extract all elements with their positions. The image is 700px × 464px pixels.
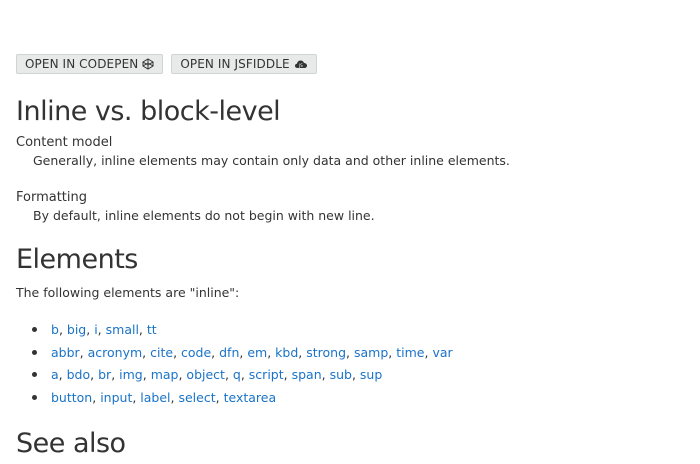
element-link-time[interactable]: time xyxy=(396,345,424,360)
element-link-label[interactable]: label xyxy=(140,390,170,405)
element-link-button[interactable]: button xyxy=(51,390,92,405)
separator: , xyxy=(267,344,276,360)
separator: , xyxy=(224,367,233,382)
element-link-tt[interactable]: tt xyxy=(147,322,157,337)
element-link-b[interactable]: b xyxy=(51,322,59,337)
editor-buttons: OPEN IN CODEPEN OPEN IN JSFIDDLE JS xyxy=(16,54,317,74)
codepen-button-label: OPEN IN CODEPEN xyxy=(25,57,139,71)
separator: , xyxy=(86,322,95,337)
separator: , xyxy=(283,367,292,382)
element-link-q[interactable]: q xyxy=(233,367,241,382)
heading-elements: Elements xyxy=(16,244,138,275)
element-link-span[interactable]: span xyxy=(292,367,322,382)
element-link-strong[interactable]: strong xyxy=(306,345,346,360)
element-link-img[interactable]: img xyxy=(119,367,143,382)
codepen-icon xyxy=(142,58,154,70)
list-item: a, bdo, br, img, map, object, q, script,… xyxy=(30,365,453,388)
separator: , xyxy=(92,389,101,405)
element-link-code[interactable]: code xyxy=(181,345,211,360)
definition-content-model: Generally, inline elements may contain o… xyxy=(33,153,510,168)
separator: , xyxy=(240,367,249,382)
element-link-abbr[interactable]: abbr xyxy=(51,345,80,360)
element-link-textarea[interactable]: textarea xyxy=(224,390,277,405)
separator: , xyxy=(211,344,220,360)
element-link-object[interactable]: object xyxy=(186,367,225,382)
element-link-a[interactable]: a xyxy=(51,367,59,382)
element-link-em[interactable]: em xyxy=(247,345,267,360)
separator: , xyxy=(138,322,147,337)
separator: , xyxy=(79,344,88,360)
element-link-sub[interactable]: sub xyxy=(330,367,352,382)
inline-elements-list: b, big, i, small, tt abbr, acronym, cite,… xyxy=(30,320,453,410)
jsfiddle-cloud-icon: JS xyxy=(294,58,308,70)
element-link-bdo[interactable]: bdo xyxy=(67,367,91,382)
separator: , xyxy=(90,367,99,382)
separator: , xyxy=(173,344,182,360)
open-in-codepen-button[interactable]: OPEN IN CODEPEN xyxy=(16,54,164,74)
element-link-var[interactable]: var xyxy=(432,345,452,360)
element-link-samp[interactable]: samp xyxy=(354,345,388,360)
element-link-acronym[interactable]: acronym xyxy=(88,345,143,360)
element-link-br[interactable]: br xyxy=(98,367,111,382)
element-link-sup[interactable]: sup xyxy=(360,367,382,382)
element-link-big[interactable]: big xyxy=(67,322,86,337)
separator: , xyxy=(97,322,106,337)
separator: , xyxy=(142,367,151,382)
jsfiddle-button-label: OPEN IN JSFIDDLE xyxy=(180,57,290,71)
term-formatting: Formatting xyxy=(16,190,88,205)
heading-see-also: See also xyxy=(16,428,126,459)
separator: , xyxy=(346,344,354,360)
list-item: button, input, label, select, textarea xyxy=(30,388,453,411)
element-link-dfn[interactable]: dfn xyxy=(219,345,239,360)
separator: , xyxy=(111,367,120,382)
term-content-model: Content model xyxy=(16,135,113,150)
elements-intro: The following elements are "inline": xyxy=(16,285,240,300)
separator: , xyxy=(215,389,224,405)
heading-inline-vs-block: Inline vs. block-level xyxy=(16,96,281,127)
definition-formatting: By default, inline elements do not begin… xyxy=(33,208,375,223)
element-link-map[interactable]: map xyxy=(151,367,179,382)
separator: , xyxy=(321,367,330,382)
separator: , xyxy=(351,367,360,382)
element-link-small[interactable]: small xyxy=(106,322,139,337)
list-item: abbr, acronym, cite, code, dfn, em, kbd,… xyxy=(30,343,453,366)
element-link-cite[interactable]: cite xyxy=(150,345,173,360)
open-in-jsfiddle-button[interactable]: OPEN IN JSFIDDLE JS xyxy=(171,54,317,74)
separator: , xyxy=(58,367,67,382)
list-item: b, big, i, small, tt xyxy=(30,320,453,343)
separator: , xyxy=(58,322,67,337)
element-link-input[interactable]: input xyxy=(100,390,132,405)
element-link-script[interactable]: script xyxy=(249,367,284,382)
element-link-kbd[interactable]: kbd xyxy=(275,345,298,360)
separator: , xyxy=(142,344,151,360)
svg-text:JS: JS xyxy=(298,63,303,68)
element-link-select[interactable]: select xyxy=(178,390,215,405)
